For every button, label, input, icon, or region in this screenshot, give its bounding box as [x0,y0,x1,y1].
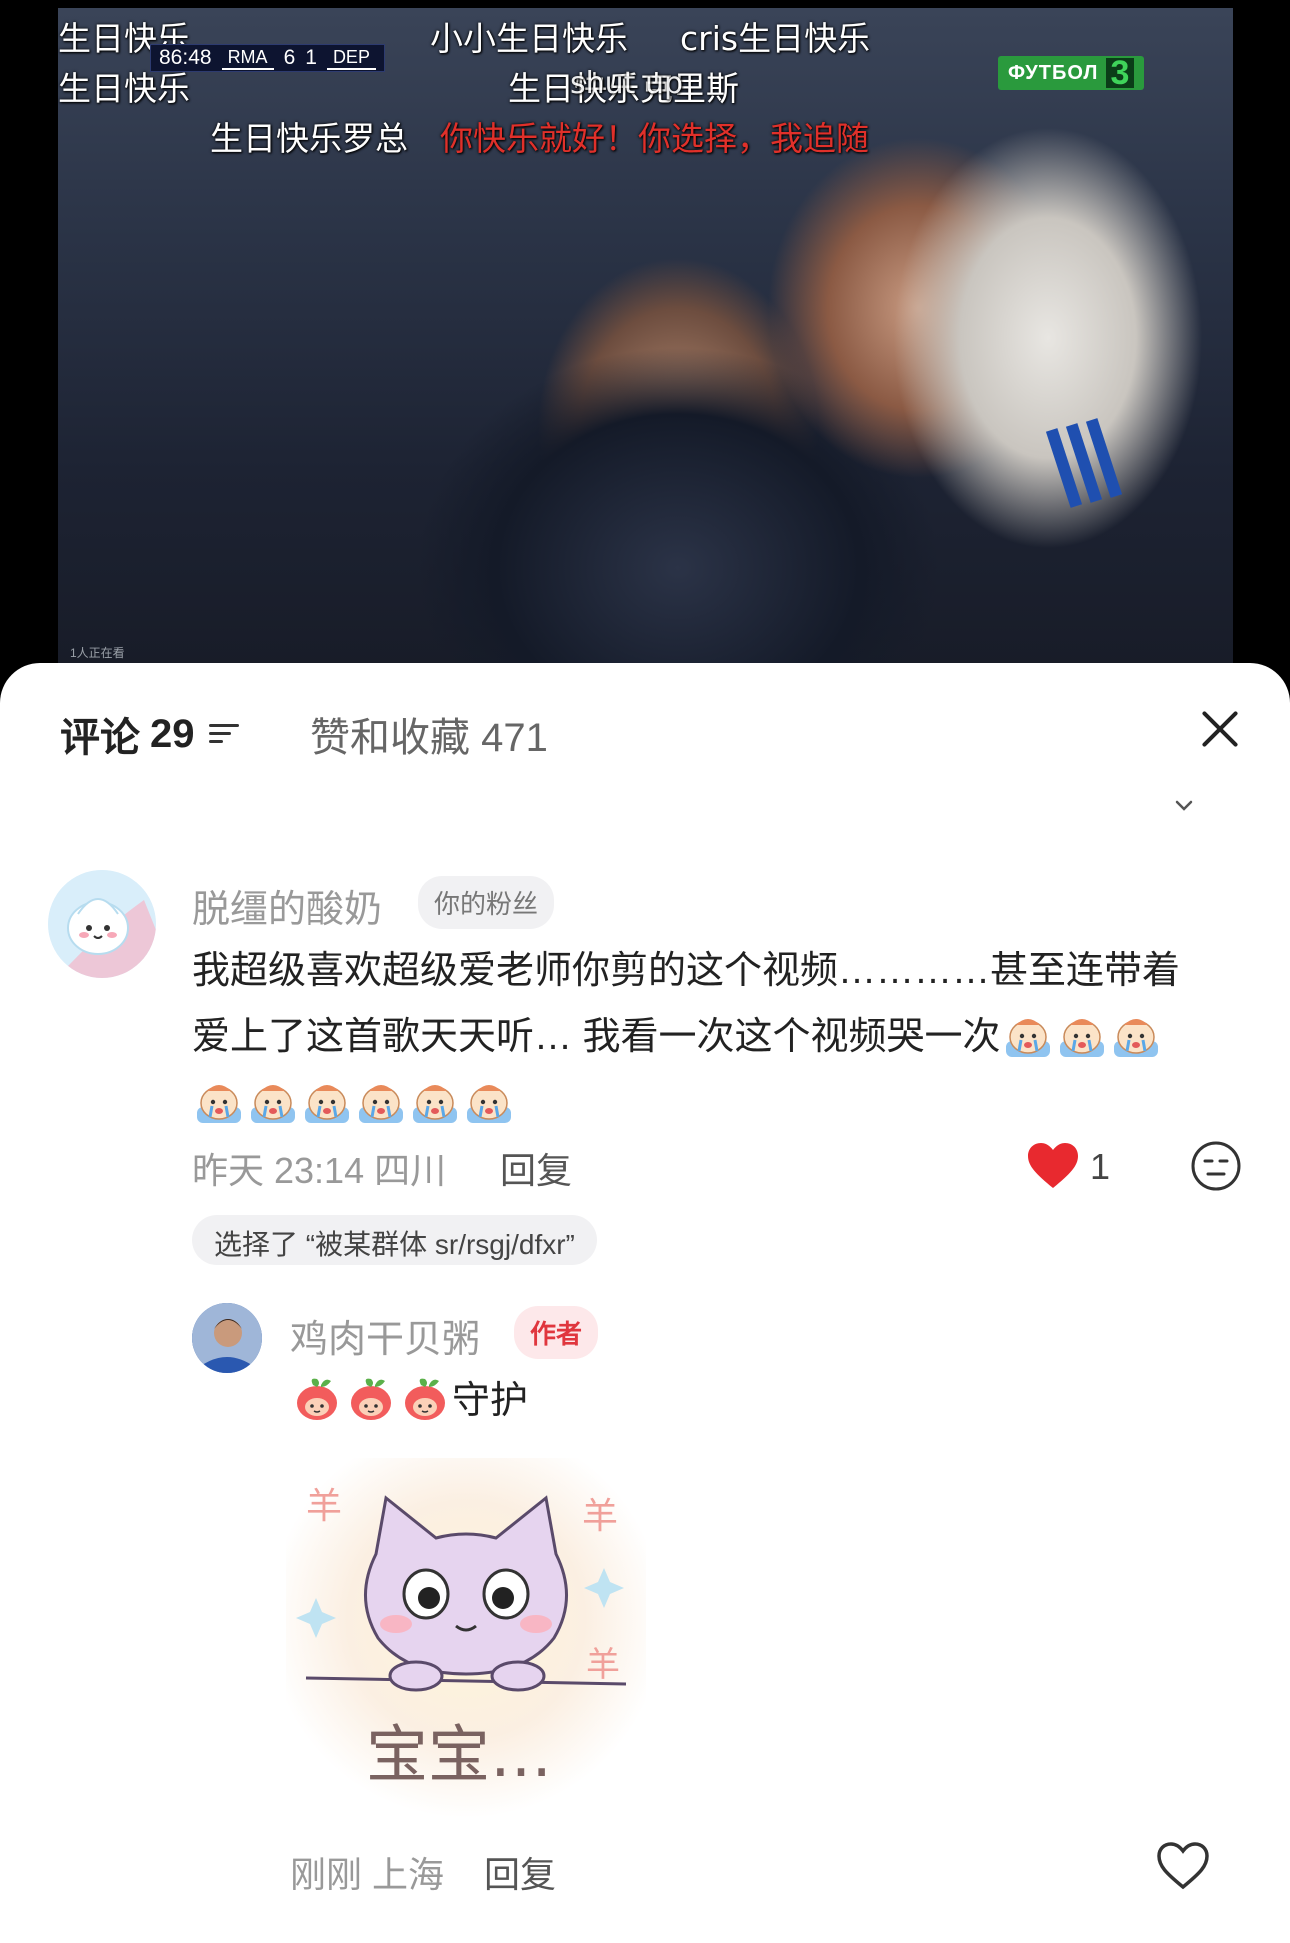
home-score: 6 [283,46,296,69]
tab-likes-favorites[interactable]: 赞和收藏 471 [310,705,548,763]
crying-emoji-icon [247,1077,299,1125]
channel-logo: ФУТБОЛ 3 [998,56,1145,90]
danmaku-comment: cris生日快乐 [680,19,871,58]
crying-emoji-icon [301,1077,353,1125]
cat-sticker-image[interactable]: 羊 羊 羊 宝宝… [286,1458,646,1818]
reply-timestamp-location: 刚刚 上海 [290,1854,445,1895]
crying-emoji-icon [1110,1011,1162,1059]
video-player[interactable]: 生日快乐 小小生日快乐 cris生日快乐 生日快乐 生日快乐克里斯 生日快乐罗总… [0,0,1290,700]
viewer-count: 1人正在看 [70,646,125,660]
svg-text:羊: 羊 [306,1486,342,1527]
author-username[interactable]: 鸡肉干贝粥 [290,1308,480,1363]
comments-count: 29 [150,711,195,756]
tab-comments-label: 评论 [60,716,140,760]
channel-name: ФУТБОЛ [1008,61,1099,84]
like-count: 1 [1090,1146,1111,1187]
author-avatar[interactable] [192,1303,262,1373]
sheet-header: 评论 29 赞和收藏 471 [0,663,1290,793]
tab-likes-label: 赞和收藏 [310,716,470,760]
avatar[interactable] [48,870,156,978]
neutral-face-icon[interactable] [1190,1140,1242,1192]
sort-icon[interactable] [208,721,239,747]
comment-text-line: 我超级喜欢超级爱老师你剪的这个视频…………甚至连带着 [192,950,1181,992]
crying-emoji-icon [1056,1011,1108,1059]
author-badge: 作者 [514,1306,599,1359]
comment-emoji-row [192,1070,1290,1136]
peach-emoji-icon [345,1375,397,1423]
author-reply-text: 守护 [290,1368,1290,1434]
heart-filled-icon[interactable] [1026,1142,1080,1190]
dumpling-avatar-icon [48,870,156,978]
crying-emoji-icon [463,1077,515,1125]
user-photo-icon [192,1303,262,1373]
peach-emoji-icon [291,1375,343,1423]
comment-text-line: 爱上了这首歌天天听… 我看一次这个视频哭一次 [192,1004,1290,1070]
comment-text: 我超级喜欢超级爱老师你剪的这个视频…………甚至连带着 爱上了这首歌天天听… 我看… [192,938,1290,1136]
scoreboard: 86:48 RMA 6 1 DEP [150,44,385,72]
likes-favorites-count: 471 [481,716,548,760]
danmaku-comment: 生日快乐罗总 [210,119,408,158]
channel-number: 3 [1106,56,1135,90]
match-time: 86:48 [159,46,212,69]
svg-text:羊: 羊 [582,1496,618,1537]
svg-text:羊: 羊 [586,1645,620,1685]
away-score: 1 [305,46,317,69]
fan-badge: 你的粉丝 [418,876,555,929]
peach-emoji-icon [399,1375,451,1423]
comment-text-line-content: 爱上了这首歌天天听… 我看一次这个视频哭一次 [192,1016,1001,1058]
crying-emoji-icon [355,1077,407,1125]
reply-button[interactable]: 回复 [500,1142,572,1194]
chevron-down-icon[interactable] [1173,795,1195,817]
reply-button[interactable]: 回复 [484,1846,556,1898]
crying-emoji-icon [1002,1011,1054,1059]
comment-timestamp-location: 昨天 23:14 四川 [192,1150,447,1191]
heart-outline-icon[interactable] [1156,1842,1210,1890]
danmaku-overlay: shut up [570,66,684,101]
sticker-caption: 宝宝… [366,1718,552,1791]
tab-comments[interactable]: 评论 29 [60,705,239,763]
crying-emoji-icon [193,1077,245,1125]
close-icon[interactable] [1194,703,1244,753]
home-team: RMA [221,47,274,70]
away-team: DEP [326,47,376,70]
selected-option-pill[interactable]: 选择了 “被某群体 sr/rsgj/dfxr” [192,1215,597,1265]
crying-emoji-icon [409,1077,461,1125]
danmaku-comment: 小小生日快乐 [430,19,628,58]
reply-text-content: 守护 [452,1380,529,1422]
danmaku-comment: 你快乐就好！你选择，我追随 [440,119,869,158]
comment-username[interactable]: 脱缰的酸奶 [192,878,382,933]
